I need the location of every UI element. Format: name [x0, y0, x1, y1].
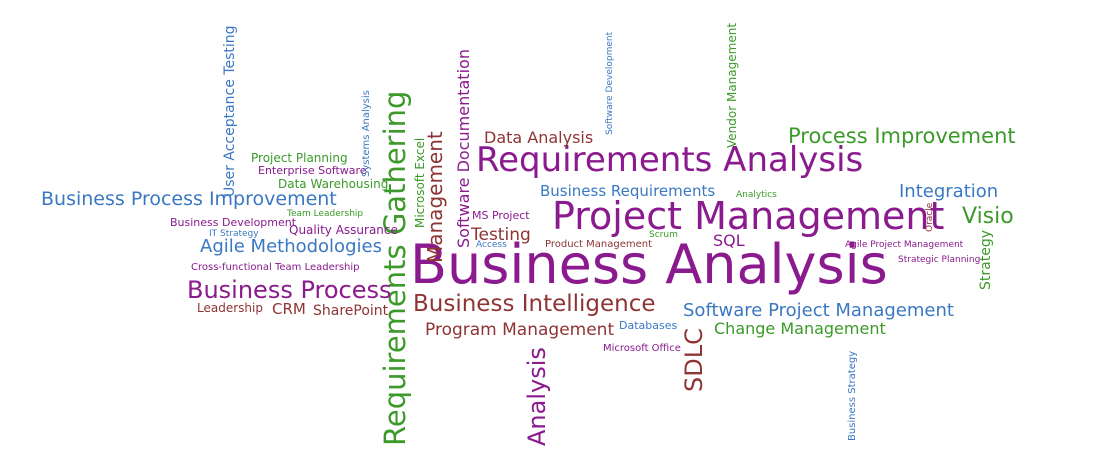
word-change-management: Change Management: [714, 319, 886, 338]
word-software-project-management: Software Project Management: [683, 300, 954, 321]
word-product-management: Product Management: [545, 239, 653, 250]
word-project-management: Project Management: [552, 194, 945, 238]
word-crm: CRM: [272, 300, 306, 318]
word-sdlc: SDLC: [680, 328, 708, 392]
word-agile-methodologies: Agile Methodologies: [200, 236, 382, 257]
word-agile-project-management: Agile Project Management: [845, 240, 964, 250]
word-leadership: Leadership: [197, 301, 263, 315]
word-oracle: Oracle: [925, 202, 935, 232]
word-software-documentation: Software Documentation: [454, 49, 473, 248]
word-enterprise-software: Enterprise Software: [258, 164, 367, 177]
word-sharepoint: SharePoint: [313, 303, 389, 319]
word-microsoft-excel: Microsoft Excel: [413, 137, 427, 228]
word-business-process-improvement: Business Process Improvement: [41, 188, 337, 210]
word-visio: Visio: [962, 204, 1014, 229]
word-business-process: Business Process: [187, 276, 392, 304]
word-program-management: Program Management: [425, 320, 615, 340]
word-user-acceptance-testing: User Acceptance Testing: [222, 25, 238, 197]
word-microsoft-office: Microsoft Office: [603, 343, 681, 354]
word-integration: Integration: [899, 181, 999, 202]
word-business-development: Business Development: [170, 216, 297, 229]
word-scrum: Scrum: [649, 230, 678, 240]
word-analytics: Analytics: [736, 190, 777, 200]
word-ms-project: MS Project: [472, 209, 530, 222]
word-business-strategy: Business Strategy: [847, 350, 858, 441]
word-data-warehousing: Data Warehousing: [278, 177, 389, 191]
word-data-analysis: Data Analysis: [484, 128, 594, 147]
word-databases: Databases: [619, 319, 678, 332]
word-it-strategy: IT Strategy: [209, 229, 259, 239]
word-systems-analysis: Systems Analysis: [361, 90, 372, 177]
word-analysis: Analysis: [523, 347, 551, 446]
word-software-development: Software Development: [605, 31, 615, 135]
word-business-intelligence: Business Intelligence: [413, 291, 656, 317]
word-project-planning: Project Planning: [251, 151, 348, 165]
word-vendor-management: Vendor Management: [725, 22, 739, 148]
word-business-requirements: Business Requirements: [540, 182, 716, 200]
word-strategic-planning: Strategic Planning: [898, 255, 981, 265]
word-quality-assurance: Quality Assurance: [289, 223, 398, 237]
word-team-leadership: Team Leadership: [287, 209, 364, 219]
word-requirements-analysis: Requirements Analysis: [476, 140, 864, 180]
word-management: Management: [423, 131, 447, 263]
word-cross-functional-team-leadership: Cross-functional Team Leadership: [191, 262, 360, 273]
word-sql: SQL: [713, 231, 745, 250]
word-access: Access: [476, 240, 507, 250]
word-cloud: Business Analysis Project Management Requi…: [0, 0, 1100, 454]
word-process-improvement: Process Improvement: [788, 124, 1016, 148]
word-requirements-gathering: Requirements Gathering: [378, 90, 412, 446]
word-strategy: Strategy: [978, 230, 994, 290]
